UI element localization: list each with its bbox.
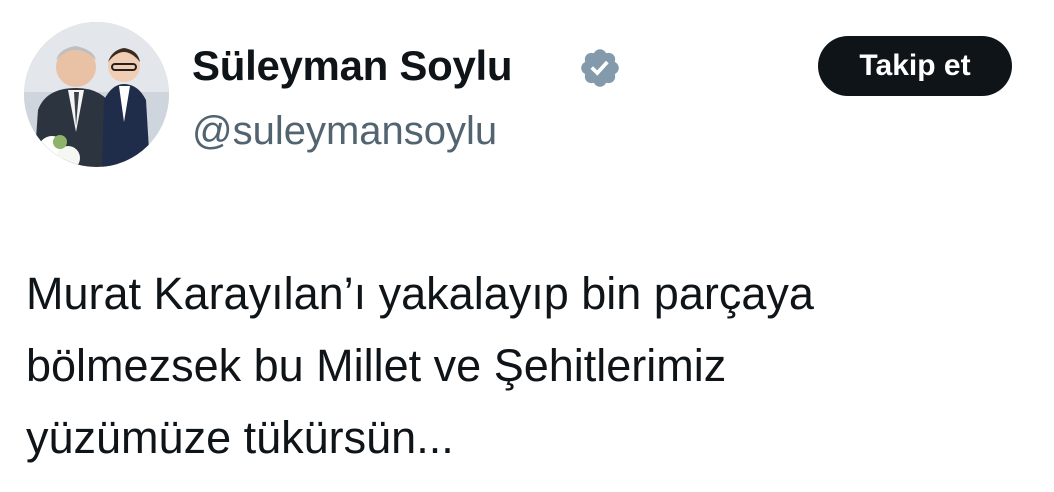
tweet-card: Süleyman Soylu @suleymansoylu Takip et M… bbox=[0, 0, 1054, 492]
tweet-text-line: bölmezsek bu Millet ve Şehitlerimiz bbox=[26, 340, 727, 391]
tweet-text-line: Murat Karayılan’ı yakalayıp bin parçaya bbox=[26, 268, 814, 319]
verified-badge-icon bbox=[581, 49, 619, 87]
user-handle[interactable]: @suleymansoylu bbox=[192, 106, 497, 156]
display-name[interactable]: Süleyman Soylu bbox=[192, 40, 513, 92]
avatar[interactable] bbox=[24, 22, 169, 167]
tweet-text-line: yüzümüze tükürsün... bbox=[26, 412, 454, 463]
follow-button[interactable]: Takip et bbox=[818, 36, 1012, 96]
tweet-text: Murat Karayılan’ı yakalayıp bin parçaya … bbox=[26, 258, 1036, 474]
avatar-photo bbox=[24, 22, 169, 167]
